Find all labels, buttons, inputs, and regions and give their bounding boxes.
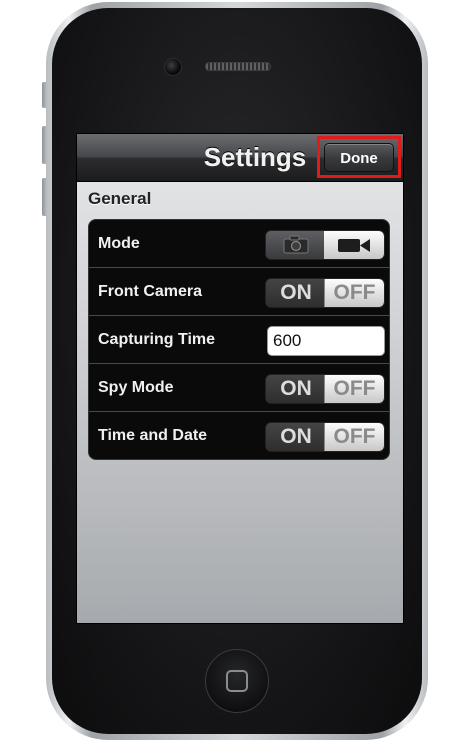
- section-header-general: General: [88, 189, 152, 208]
- settings-row-time-and-date: Time and Date ON OFF: [89, 412, 389, 459]
- row-label: Front Camera: [98, 283, 203, 300]
- front-camera-lens: [164, 58, 182, 76]
- switch-on-label: ON: [266, 279, 326, 307]
- settings-row-spy-mode: Spy Mode ON OFF: [89, 364, 389, 412]
- row-label: Time and Date: [98, 427, 208, 444]
- capturing-time-input[interactable]: 600: [267, 326, 385, 356]
- camera-icon: [283, 235, 309, 254]
- mode-segmented-control[interactable]: [265, 230, 385, 260]
- row-label: Capturing Time: [98, 331, 216, 348]
- settings-row-mode: Mode: [89, 220, 389, 268]
- settings-group: Mode Front Camera ON OFF Capturing Time …: [88, 219, 390, 460]
- switch-off-label: OFF: [324, 279, 384, 307]
- time-and-date-switch[interactable]: ON OFF: [265, 422, 385, 452]
- mode-video-segment[interactable]: [324, 231, 384, 259]
- front-camera-switch[interactable]: ON OFF: [265, 278, 385, 308]
- switch-off-label: OFF: [324, 375, 384, 403]
- switch-off-label: OFF: [324, 423, 384, 451]
- settings-row-capturing-time: Capturing Time 600: [89, 316, 389, 364]
- settings-row-front-camera: Front Camera ON OFF: [89, 268, 389, 316]
- app-screen: Settings Done General Mode Front Camera …: [76, 133, 404, 624]
- switch-on-label: ON: [266, 423, 326, 451]
- switch-on-label: ON: [266, 375, 326, 403]
- spy-mode-switch[interactable]: ON OFF: [265, 374, 385, 404]
- earpiece-speaker: [205, 62, 271, 71]
- home-square-icon: [226, 670, 248, 692]
- mode-photo-segment[interactable]: [266, 231, 326, 259]
- row-label: Mode: [98, 235, 140, 252]
- row-label: Spy Mode: [98, 379, 174, 396]
- video-camera-icon: [338, 239, 370, 252]
- done-button[interactable]: Done: [324, 143, 394, 172]
